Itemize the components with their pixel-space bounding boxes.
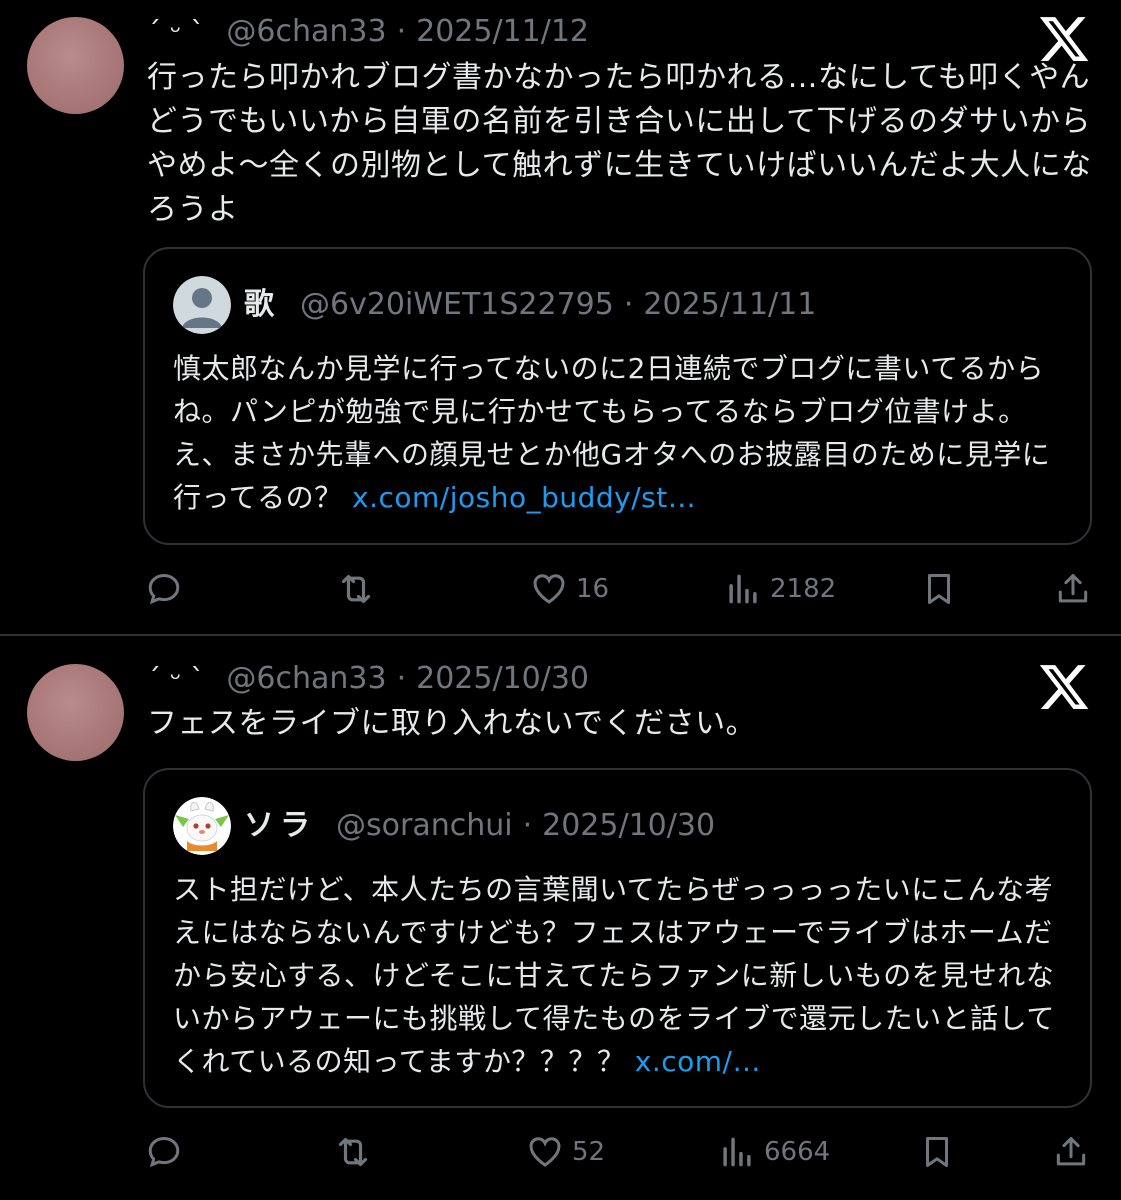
avatar[interactable] <box>27 17 124 114</box>
post[interactable]: ´ ᵕ ` @6chan33 · 2025/10/30 フェスをライブに取り入れ… <box>0 636 1121 1200</box>
quoted-handle[interactable]: @soranchui <box>336 806 513 846</box>
quoted-handle[interactable]: @6v20iWET1S22795 <box>300 285 614 325</box>
like-count: 16 <box>576 574 610 604</box>
action-bar: 16 2182 <box>0 567 1121 611</box>
repost-button[interactable] <box>333 1130 373 1174</box>
quoted-post-header: 歌 @6v20iWET1S22795 · 2025/11/11 <box>244 285 816 325</box>
quoted-post[interactable]: 歌 @6v20iWET1S22795 · 2025/11/11 慎太郎なんか見学… <box>143 247 1092 545</box>
share-button[interactable] <box>1052 1130 1090 1174</box>
action-bar: 52 6664 <box>0 1130 1121 1174</box>
reply-icon <box>148 1137 180 1168</box>
separator: · <box>623 287 634 322</box>
quoted-link[interactable]: x.com/… <box>635 1045 761 1078</box>
quoted-link[interactable]: x.com/josho_buddy/st… <box>352 481 696 514</box>
bookmark-icon <box>927 574 951 604</box>
like-count: 52 <box>572 1137 606 1167</box>
default-avatar-icon[interactable] <box>173 276 231 334</box>
quoted-post-header: ソラ @soranchui · 2025/10/30 <box>244 806 715 846</box>
avatar[interactable] <box>27 664 124 761</box>
post-date[interactable]: 2025/11/12 <box>416 12 589 52</box>
view-count: 2182 <box>770 574 837 604</box>
repost-button[interactable] <box>336 567 376 611</box>
reply-icon <box>148 574 180 605</box>
quoted-display-name[interactable]: ソラ <box>244 806 316 846</box>
quoted-post[interactable]: ソラ @soranchui · 2025/10/30 スト担だけど、本人たちの言… <box>143 768 1092 1108</box>
quoted-display-name[interactable]: 歌 <box>244 285 280 325</box>
like-button[interactable]: 52 <box>526 1130 605 1174</box>
rabbit-character-icon[interactable] <box>173 797 231 855</box>
quoted-text: 慎太郎なんか見学に行ってないのに2日連続でブログに書いてるからね。パンピが勉強で… <box>173 347 1064 519</box>
views-icon <box>723 1137 751 1167</box>
separator: · <box>396 14 407 49</box>
post-header: ´ ᵕ ` @6chan33 · 2025/10/30 <box>147 659 589 699</box>
like-button[interactable]: 16 <box>530 567 609 611</box>
heart-icon <box>529 1137 561 1167</box>
views-button[interactable]: 2182 <box>724 567 836 611</box>
share-icon <box>1056 1137 1086 1166</box>
quoted-text: スト担だけど、本人たちの言葉聞いてたらぜっっっったいにこんな考えにはならないんで… <box>173 868 1064 1083</box>
reply-button[interactable] <box>145 567 183 611</box>
bookmark-icon <box>925 1137 949 1167</box>
separator: · <box>396 661 407 696</box>
post[interactable]: ´ ᵕ ` @6chan33 · 2025/11/12 行ったら叩かれブログ書か… <box>0 0 1121 634</box>
views-icon <box>729 574 757 604</box>
heart-icon <box>533 574 565 604</box>
bookmark-button[interactable] <box>920 567 958 611</box>
repost-icon <box>341 574 371 604</box>
post-text: 行ったら叩かれブログ書かなかったら叩かれる…なにしても叩くやんどうでもいいから自… <box>147 60 1092 227</box>
share-icon <box>1058 574 1088 603</box>
reply-button[interactable] <box>145 1130 183 1174</box>
display-name[interactable]: ´ ᵕ ` <box>147 12 204 52</box>
quoted-text-body: スト担だけど、本人たちの言葉聞いてたらぜっっっったいにこんな考えにはならないんで… <box>173 873 1055 1078</box>
repost-icon <box>338 1137 368 1167</box>
share-button[interactable] <box>1054 567 1092 611</box>
handle[interactable]: @6chan33 <box>226 12 386 52</box>
post-header: ´ ᵕ ` @6chan33 · 2025/11/12 <box>147 12 589 52</box>
display-name[interactable]: ´ ᵕ ` <box>147 659 204 699</box>
bookmark-button[interactable] <box>918 1130 956 1174</box>
views-button[interactable]: 6664 <box>718 1130 830 1174</box>
post-text: フェスをライブに取り入れないでください。 <box>147 706 757 741</box>
post-date[interactable]: 2025/10/30 <box>416 659 589 699</box>
quoted-date[interactable]: 2025/11/11 <box>643 285 816 325</box>
separator: · <box>522 808 533 843</box>
quoted-date[interactable]: 2025/10/30 <box>542 806 715 846</box>
view-count: 6664 <box>764 1137 831 1167</box>
handle[interactable]: @6chan33 <box>226 659 386 699</box>
